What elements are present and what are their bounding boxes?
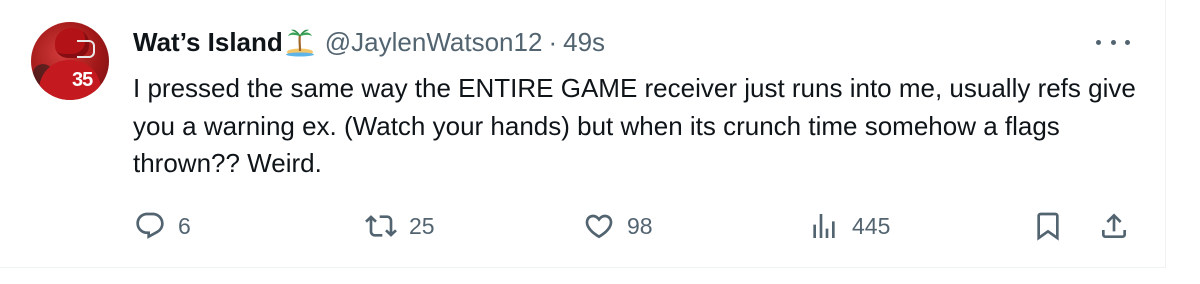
views-count: 445 xyxy=(852,212,891,239)
share-icon xyxy=(1098,210,1130,242)
reply-button[interactable]: 6 xyxy=(134,206,191,246)
avatar-facemask xyxy=(77,40,95,58)
more-options-icon[interactable] xyxy=(1096,30,1130,54)
bookmark-icon xyxy=(1032,210,1064,242)
share-button[interactable] xyxy=(1098,206,1130,246)
bookmark-button[interactable] xyxy=(1032,206,1064,246)
heart-icon xyxy=(583,210,615,242)
views-icon xyxy=(808,210,840,242)
tweet-header: Wat’s Island @JaylenWatson12 · 49s xyxy=(133,26,605,58)
display-name[interactable]: Wat’s Island xyxy=(133,27,283,58)
separator-dot: · xyxy=(548,26,558,57)
retweet-count: 25 xyxy=(409,212,435,239)
avatar[interactable]: 35 xyxy=(31,22,109,100)
reply-count: 6 xyxy=(178,212,191,239)
more-dot xyxy=(1096,39,1101,45)
more-dot xyxy=(1125,39,1130,45)
tweet-card[interactable]: 35 Wat’s Island @JaylenWatson12 · 49s I … xyxy=(0,0,1166,268)
like-button[interactable]: 98 xyxy=(583,206,653,246)
user-handle[interactable]: @JaylenWatson12 xyxy=(325,27,543,58)
desert-island-icon xyxy=(285,27,315,57)
avatar-jersey-number: 35 xyxy=(72,69,93,91)
action-bar: 6 25 98 445 xyxy=(0,206,1166,246)
more-dot xyxy=(1110,39,1116,45)
retweet-button[interactable]: 25 xyxy=(365,206,435,246)
like-count: 98 xyxy=(627,212,653,239)
views-button[interactable]: 445 xyxy=(808,206,890,246)
retweet-icon xyxy=(365,210,397,242)
tweet-text: I pressed the same way the ENTIRE GAME r… xyxy=(133,73,1136,178)
reply-icon xyxy=(134,210,166,242)
tweet-timestamp[interactable]: 49s xyxy=(563,27,605,58)
